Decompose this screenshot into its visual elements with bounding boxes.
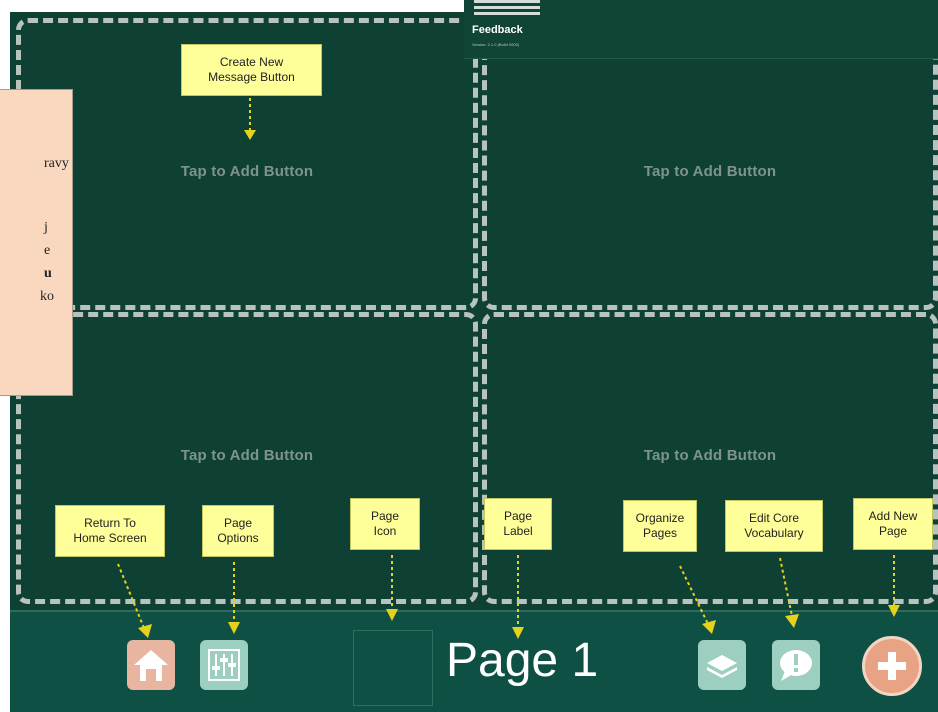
panel-text-fragment: j [44, 220, 48, 235]
speech-bubble-exclamation-icon [780, 650, 812, 681]
callout-text: Add New Page [868, 509, 918, 538]
arrow-icon [117, 563, 152, 638]
organize-pages-button[interactable] [698, 640, 746, 690]
arrow-icon [779, 557, 799, 628]
sliders-icon [208, 649, 240, 681]
panel-text-fragment: ko [40, 289, 54, 304]
panel-text-fragment: e [44, 243, 51, 258]
callout-organize-pages: Organize Pages [623, 500, 697, 552]
callout-text: Edit Core Vocabulary [744, 511, 804, 540]
arrow-icon [386, 555, 398, 621]
panel-text-fragment: ravy [44, 156, 69, 171]
cropped-side-panel: ravy j e u ko [0, 89, 73, 396]
callout-page-options: Page Options [202, 505, 274, 557]
lines-icon [474, 0, 540, 20]
page-icon-slot[interactable] [353, 630, 433, 706]
callout-edit-core-vocabulary: Edit Core Vocabulary [725, 500, 823, 552]
plus-icon [878, 652, 906, 680]
callout-create-message: Create New Message Button [181, 44, 322, 96]
stack-icon [707, 655, 737, 678]
add-button-tile-4[interactable]: Tap to Add Button [482, 312, 938, 604]
add-button-tile-2[interactable]: Tap to Add Button [482, 18, 938, 310]
feedback-title: Feedback [472, 24, 523, 36]
callout-return-home: Return To Home Screen [55, 505, 165, 557]
callout-text: Page Options [217, 516, 259, 545]
callout-text: Return To Home Screen [73, 516, 147, 545]
callout-add-new-page: Add New Page [853, 498, 933, 550]
callout-text: Create New Message Button [208, 55, 295, 84]
callout-page-icon: Page Icon [350, 498, 420, 550]
home-icon [134, 650, 168, 681]
arrow-icon [679, 565, 716, 634]
arrow-icon [512, 555, 524, 639]
add-new-page-button[interactable] [862, 636, 922, 696]
add-button-tile-3[interactable]: Tap to Add Button [16, 312, 478, 604]
callout-text: Organize Pages [635, 511, 685, 540]
arrow-icon [888, 555, 900, 617]
feedback-banner[interactable]: Feedback Version: 2.1.0 (Build 0000) [464, 0, 938, 59]
tile-label: Tap to Add Button [180, 447, 314, 464]
tile-label: Tap to Add Button [643, 163, 777, 180]
page-options-button[interactable] [200, 640, 248, 690]
home-button[interactable] [127, 640, 175, 690]
tile-label: Tap to Add Button [180, 163, 314, 180]
arrow-icon [228, 562, 240, 634]
feedback-version: Version: 2.1.0 (Build 0000) [472, 42, 520, 47]
callout-text: Page Label [503, 509, 533, 538]
panel-text-fragment: u [44, 266, 52, 281]
callout-page-label: Page Label [484, 498, 552, 550]
arrow-icon [244, 98, 256, 140]
edit-core-vocabulary-button[interactable] [772, 640, 820, 690]
tile-label: Tap to Add Button [643, 447, 777, 464]
callout-text: Page Icon [370, 509, 400, 538]
